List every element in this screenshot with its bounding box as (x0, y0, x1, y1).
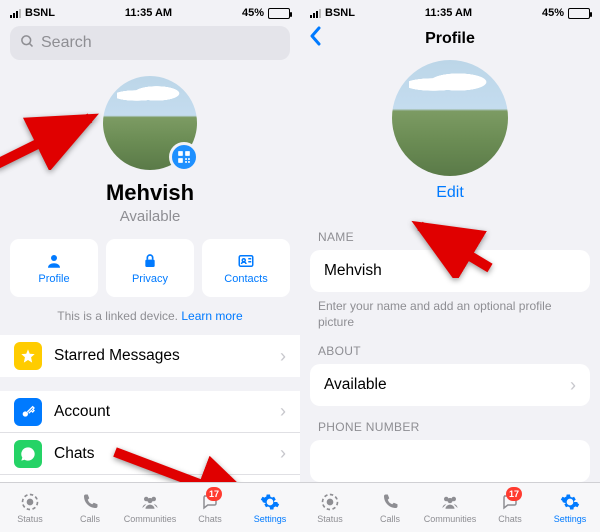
menu-starred-messages[interactable]: Starred Messages › (0, 335, 300, 377)
communities-icon (139, 492, 161, 512)
chats-badge: 17 (206, 487, 222, 501)
nav-title: Profile (425, 30, 475, 48)
chevron-right-icon: › (280, 346, 286, 367)
back-button[interactable] (308, 26, 322, 52)
chevron-right-icon: › (280, 401, 286, 422)
linked-device-note: This is a linked device. Learn more (0, 309, 300, 335)
status-bar: BSNL 11:35 AM 45% (0, 0, 300, 20)
tab-status[interactable]: Status (0, 483, 60, 532)
chevron-right-icon: › (280, 443, 286, 464)
name-field[interactable]: Mehvish (310, 250, 590, 292)
about-field[interactable]: Available › (310, 364, 590, 406)
contacts-button[interactable]: Contacts (202, 239, 290, 297)
menu-account[interactable]: Account › (0, 391, 300, 433)
username: Mehvish (106, 180, 194, 206)
avatar[interactable] (392, 60, 508, 176)
tab-bar: Status Calls Communities Chats 17 Settin… (0, 482, 300, 532)
status-icon (20, 492, 40, 512)
tab-communities[interactable]: Communities (120, 483, 180, 532)
carrier-label: BSNL (325, 7, 355, 19)
phone-icon (81, 492, 99, 512)
key-icon (14, 398, 42, 426)
signal-icon (10, 8, 21, 18)
profile-screen: BSNL 11:35 AM 45% Profile Edit NAME Mehv… (300, 0, 600, 532)
gear-icon (560, 492, 580, 512)
clock: 11:35 AM (125, 7, 172, 19)
signal-icon (310, 8, 321, 18)
edit-button[interactable]: Edit (436, 184, 464, 202)
privacy-button-label: Privacy (132, 273, 168, 285)
chats-badge: 17 (506, 487, 522, 501)
qr-badge[interactable] (169, 142, 199, 172)
status-icon (320, 492, 340, 512)
battery-pct: 45% (242, 7, 264, 19)
search-icon (20, 34, 35, 53)
person-icon (45, 252, 63, 270)
gear-icon (260, 492, 280, 512)
search-input[interactable]: Search (10, 26, 290, 60)
phone-section-label: PHONE NUMBER (300, 406, 600, 440)
about-section-label: ABOUT (300, 330, 600, 364)
communities-icon (439, 492, 461, 512)
tab-status[interactable]: Status (300, 483, 360, 532)
status-bar: BSNL 11:35 AM 45% (300, 0, 600, 20)
clock: 11:35 AM (425, 7, 472, 19)
search-placeholder: Search (41, 34, 92, 52)
tab-communities[interactable]: Communities (420, 483, 480, 532)
whatsapp-icon (14, 440, 42, 468)
phone-field: ​ (310, 440, 590, 482)
tab-settings[interactable]: Settings (240, 483, 300, 532)
tab-chats[interactable]: Chats 17 (480, 483, 540, 532)
lock-icon (142, 252, 158, 270)
phone-icon (381, 492, 399, 512)
nav-bar: Profile (300, 20, 600, 58)
tab-calls[interactable]: Calls (360, 483, 420, 532)
card-icon (237, 252, 255, 270)
user-status: Available (120, 208, 181, 225)
tab-chats[interactable]: Chats 17 (180, 483, 240, 532)
profile-header[interactable]: Mehvish Available (0, 70, 300, 239)
chevron-right-icon: › (570, 375, 576, 396)
settings-screen: BSNL 11:35 AM 45% Search Mehvish (0, 0, 300, 532)
battery-icon (268, 8, 290, 19)
profile-button-label: Profile (38, 273, 69, 285)
tab-bar: Status Calls Communities Chats 17 Settin… (300, 482, 600, 532)
tab-calls[interactable]: Calls (60, 483, 120, 532)
privacy-button[interactable]: Privacy (106, 239, 194, 297)
name-hint: Enter your name and add an optional prof… (300, 292, 600, 330)
battery-pct: 45% (542, 7, 564, 19)
learn-more-link[interactable]: Learn more (181, 309, 242, 323)
star-icon (14, 342, 42, 370)
battery-icon (568, 8, 590, 19)
menu-chats[interactable]: Chats › (0, 433, 300, 475)
contacts-button-label: Contacts (224, 273, 267, 285)
tab-settings[interactable]: Settings (540, 483, 600, 532)
name-section-label: NAME (300, 216, 600, 250)
carrier-label: BSNL (25, 7, 55, 19)
profile-button[interactable]: Profile (10, 239, 98, 297)
